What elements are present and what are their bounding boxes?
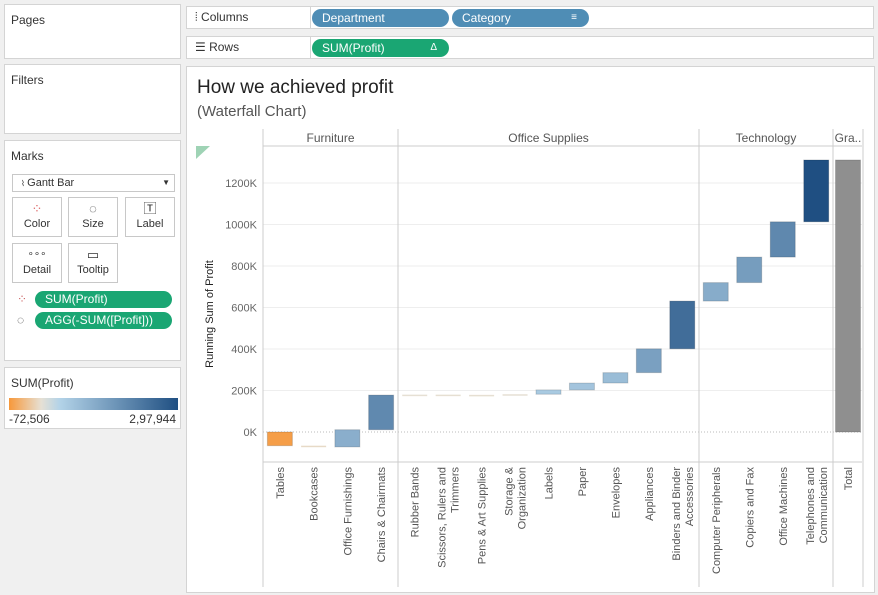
- y-tick-label: 1000K: [225, 220, 257, 232]
- category-pill-text: Category: [462, 11, 511, 25]
- waterfall-bar: [502, 394, 528, 396]
- y-tick-label: 200K: [231, 386, 257, 398]
- category-label: Computer Peripherals: [711, 467, 723, 574]
- waterfall-bar: [535, 389, 562, 395]
- rows-label-text: Rows: [209, 40, 240, 54]
- group-header: Office Supplies: [508, 131, 589, 145]
- category-label: Appliances: [644, 467, 656, 521]
- detail-label: Detail: [22, 264, 52, 276]
- group-header: Gra..: [835, 131, 862, 145]
- pages-title: Pages: [11, 13, 46, 27]
- category-label: Office Furnishings: [342, 467, 354, 556]
- color-field-icon: ⁘: [17, 292, 28, 306]
- y-tick-label: 400K: [231, 344, 257, 356]
- waterfall-bar: [334, 429, 361, 448]
- mark-type-value: Gantt Bar: [27, 177, 75, 189]
- color-legend[interactable]: SUM(Profit) -72,506 2,97,944: [4, 367, 181, 429]
- department-pill[interactable]: Department: [312, 9, 449, 27]
- waterfall-bar: [702, 282, 729, 302]
- size-field-pill[interactable]: AGG(-SUM([Profit])): [35, 312, 172, 329]
- y-tick-label: 600K: [231, 303, 257, 315]
- category-label: Binders and BinderAccessories: [671, 467, 696, 561]
- sum-profit-pill-text: SUM(Profit): [322, 41, 385, 55]
- detail-button[interactable]: ∘∘∘ Detail: [12, 243, 62, 283]
- marks-title: Marks: [11, 149, 44, 163]
- department-pill-text: Department: [322, 11, 385, 25]
- category-label: Copiers and Fax: [744, 467, 756, 548]
- pages-card[interactable]: Pages: [4, 4, 181, 59]
- group-header: Technology: [736, 131, 797, 145]
- columns-shelf-label: ⦙ Columns: [187, 7, 311, 28]
- category-label: Telephones andCommunication: [805, 467, 830, 545]
- columns-shelf[interactable]: ⦙ Columns Department Category ≡: [186, 6, 874, 29]
- size-icon: ◌: [89, 201, 97, 216]
- color-button[interactable]: ⁘ Color: [12, 197, 62, 237]
- waterfall-bar: [301, 445, 327, 448]
- category-label: Rubber Bands: [410, 467, 422, 538]
- label-button[interactable]: 🅃 Label: [125, 197, 175, 237]
- mark-type-dropdown[interactable]: ⌇ Gantt Bar ▼: [12, 174, 175, 192]
- category-label: Paper: [577, 467, 589, 497]
- group-header: Furniture: [306, 131, 354, 145]
- waterfall-bar: [835, 159, 861, 433]
- filters-title: Filters: [11, 73, 44, 87]
- waterfall-bar: [736, 256, 763, 284]
- waterfall-bar: [568, 382, 595, 391]
- corner-marker-icon: [196, 146, 210, 159]
- rows-icon: ☰: [195, 40, 210, 54]
- waterfall-bar: [469, 394, 495, 397]
- waterfall-bar: [266, 431, 293, 447]
- tooltip-label: Tooltip: [77, 264, 109, 276]
- category-label: Pens & Art Supplies: [477, 467, 489, 565]
- category-pill[interactable]: Category ≡: [452, 9, 589, 27]
- size-field-icon: ◌: [17, 313, 25, 327]
- y-tick-label: 1200K: [225, 178, 257, 190]
- columns-label-text: Columns: [201, 10, 249, 24]
- category-label: Envelopes: [610, 467, 622, 519]
- detail-icon: ∘∘∘: [27, 249, 47, 260]
- category-label: Storage &Organization: [504, 466, 529, 529]
- color-icon: ⁘: [31, 201, 43, 216]
- legend-title: SUM(Profit): [11, 376, 74, 390]
- y-axis-title: Running Sum of Profit: [204, 260, 216, 368]
- chevron-down-icon: ▼: [162, 178, 170, 187]
- legend-min: -72,506: [9, 412, 50, 426]
- color-label: Color: [23, 218, 51, 230]
- chart-view: How we achieved profit (Waterfall Chart)…: [186, 66, 875, 593]
- sum-profit-pill[interactable]: SUM(Profit) Δ: [312, 39, 449, 57]
- waterfall-bar: [602, 372, 629, 384]
- tooltip-icon: ▭: [86, 247, 100, 262]
- color-field-pill[interactable]: SUM(Profit): [35, 291, 172, 308]
- category-label: Scissors, Rulers andTrimmers: [437, 467, 462, 568]
- category-label: Office Machines: [778, 467, 790, 546]
- category-label: Tables: [275, 467, 287, 499]
- legend-gradient: [9, 398, 178, 410]
- y-tick-label: 800K: [231, 261, 257, 273]
- category-label: Labels: [544, 467, 556, 500]
- sort-icon: ≡: [571, 12, 577, 23]
- category-label: Bookcases: [309, 467, 321, 521]
- waterfall-chart: 0K 200K 400K 600K 800K 1000K 1200K Running Sum …: [196, 129, 864, 587]
- delta-icon: Δ: [430, 42, 437, 53]
- label-label: Label: [136, 218, 164, 230]
- category-label: Chairs & Chairmats: [376, 467, 388, 563]
- size-button[interactable]: ◌ Size: [68, 197, 118, 237]
- marks-card: Marks ⌇ Gantt Bar ▼ ⁘ Color ◌ Size 🅃 Label ∘…: [4, 140, 181, 361]
- legend-max: 2,97,944: [129, 412, 176, 426]
- waterfall-bar: [368, 394, 395, 431]
- waterfall-bar: [402, 394, 428, 397]
- rows-shelf[interactable]: ☰ Rows SUM(Profit) Δ: [186, 36, 874, 59]
- tooltip-button[interactable]: ▭ Tooltip: [68, 243, 118, 283]
- y-tick-label: 0K: [244, 427, 258, 439]
- size-label: Size: [82, 218, 104, 230]
- rows-shelf-label: ☰ Rows: [187, 37, 311, 58]
- waterfall-bar: [803, 159, 830, 223]
- filters-card[interactable]: Filters: [4, 64, 181, 134]
- waterfall-bar: [669, 300, 696, 350]
- waterfall-bar: [635, 348, 662, 374]
- waterfall-bar: [769, 221, 796, 258]
- waterfall-bar: [435, 394, 461, 397]
- category-label: Total: [843, 467, 855, 490]
- label-icon: 🅃: [143, 201, 157, 216]
